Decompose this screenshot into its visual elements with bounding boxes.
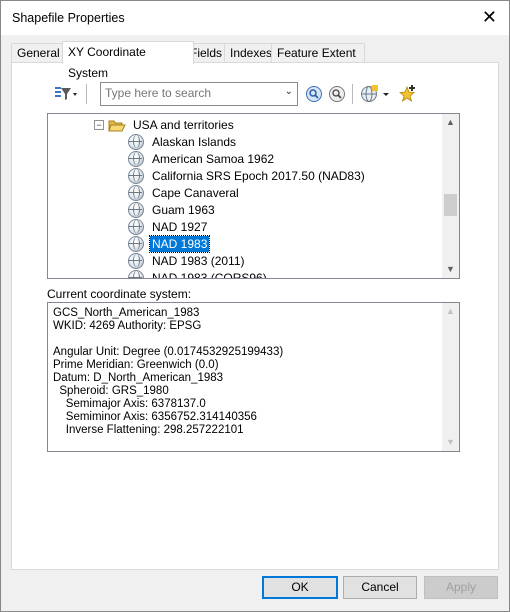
tree-item[interactable]: California SRS Epoch 2017.50 (NAD83) bbox=[128, 167, 367, 184]
cs-detail-line: Semiminor Axis: 6356752.314140356 bbox=[53, 411, 257, 423]
close-icon[interactable]: ✕ bbox=[482, 8, 497, 26]
clear-search-icon bbox=[329, 86, 345, 102]
tab-xy-coordinate-system[interactable]: XY Coordinate System bbox=[62, 41, 194, 80]
folder-open-icon bbox=[108, 120, 126, 131]
tree-item[interactable]: American Samoa 1962 bbox=[128, 150, 276, 167]
globe-icon bbox=[128, 218, 144, 235]
tree-item[interactable]: Alaskan Islands bbox=[128, 133, 238, 150]
cs-detail-line: Prime Meridian: Greenwich (0.0) bbox=[53, 359, 219, 371]
tree-scrollbar[interactable]: ▲ ▼ bbox=[442, 114, 459, 278]
tree-item-label: NAD 1983 (CORS96) bbox=[152, 270, 267, 279]
toolbar-separator bbox=[86, 84, 87, 104]
cs-detail-line: Datum: D_North_American_1983 bbox=[53, 372, 224, 384]
add-coordinate-system-button[interactable] bbox=[358, 82, 392, 106]
toolbar-separator bbox=[352, 84, 353, 104]
tab-feature-extent[interactable]: Feature Extent bbox=[271, 43, 365, 63]
cs-detail-line: WKID: 4269 Authority: EPSG bbox=[53, 320, 202, 332]
globe-icon bbox=[128, 167, 144, 184]
scrollbar-thumb[interactable] bbox=[444, 194, 457, 216]
search-box[interactable]: ⌄ bbox=[100, 82, 298, 106]
scroll-up-icon[interactable]: ▲ bbox=[442, 303, 459, 320]
tree-item-label: California SRS Epoch 2017.50 (NAD83) bbox=[152, 168, 365, 183]
tree-item-label: NAD 1983 (2011) bbox=[152, 253, 245, 268]
search-go-icon bbox=[306, 86, 322, 102]
current-cs-details[interactable]: GCS_North_American_1983 WKID: 4269 Autho… bbox=[47, 302, 460, 452]
scroll-down-icon[interactable]: ▼ bbox=[442, 261, 459, 278]
globe-icon bbox=[128, 150, 144, 167]
title-bar: Shapefile Properties ✕ bbox=[1, 1, 509, 35]
chevron-down-icon[interactable]: ⌄ bbox=[285, 86, 293, 97]
toolbar: ⌄ bbox=[42, 82, 482, 106]
filter-icon bbox=[55, 87, 77, 100]
cs-detail-line: GCS_North_American_1983 bbox=[53, 307, 200, 319]
cs-detail-line: Spheroid: GRS_1980 bbox=[53, 385, 169, 397]
search-go-button[interactable] bbox=[304, 82, 324, 106]
add-to-favorites-button[interactable] bbox=[396, 82, 418, 106]
tree-folder-label: USA and territories bbox=[133, 117, 234, 132]
coordinate-system-tree[interactable]: − USA and territories Alaskan Islands Am… bbox=[47, 113, 460, 279]
ok-button[interactable]: OK bbox=[262, 576, 338, 599]
tree-item-label: Cape Canaveral bbox=[152, 185, 239, 200]
cancel-button[interactable]: Cancel bbox=[343, 576, 417, 599]
globe-icon bbox=[128, 201, 144, 218]
globe-icon bbox=[128, 184, 144, 201]
globe-icon bbox=[128, 133, 144, 150]
favorite-add-icon bbox=[399, 85, 415, 102]
collapse-icon[interactable]: − bbox=[94, 120, 104, 130]
globe-icon bbox=[128, 235, 144, 252]
window-title: Shapefile Properties bbox=[12, 11, 125, 25]
globe-icon bbox=[128, 269, 144, 278]
tree-folder-usa[interactable]: USA and territories bbox=[108, 116, 236, 133]
tree-item[interactable]: Cape Canaveral bbox=[128, 184, 241, 201]
tree-item-label: Guam 1963 bbox=[152, 202, 215, 217]
tree-item[interactable]: NAD 1983 (2011) bbox=[128, 252, 247, 269]
tree-item-label: American Samoa 1962 bbox=[152, 151, 275, 166]
tree-item-selected[interactable]: NAD 1983 bbox=[128, 234, 211, 253]
globe-icon bbox=[128, 252, 144, 269]
cs-detail-line: Inverse Flattening: 298.257222101 bbox=[53, 424, 244, 436]
scroll-up-icon[interactable]: ▲ bbox=[442, 114, 459, 131]
globe-add-icon bbox=[361, 85, 389, 102]
tree-item-label: NAD 1983 bbox=[148, 234, 211, 253]
tree-item[interactable]: Guam 1963 bbox=[128, 201, 217, 218]
scroll-down-icon[interactable]: ▼ bbox=[442, 434, 459, 451]
cs-detail-line: Semimajor Axis: 6378137.0 bbox=[53, 398, 206, 410]
cs-detail-line: Angular Unit: Degree (0.0174532925199433… bbox=[53, 346, 284, 358]
filter-dropdown-button[interactable] bbox=[52, 82, 80, 106]
tab-general[interactable]: General bbox=[11, 43, 69, 63]
tree-item[interactable]: NAD 1927 bbox=[128, 218, 209, 235]
apply-button: Apply bbox=[424, 576, 498, 599]
current-cs-label: Current coordinate system: bbox=[47, 287, 192, 301]
tree-item[interactable]: NAD 1983 (CORS96) bbox=[128, 269, 269, 279]
search-input[interactable] bbox=[101, 83, 279, 103]
details-scrollbar[interactable]: ▲ ▼ bbox=[442, 303, 459, 451]
tree-item-label: NAD 1927 bbox=[152, 219, 208, 234]
tree-item-label: Alaskan Islands bbox=[152, 134, 237, 149]
clear-search-button[interactable] bbox=[327, 82, 347, 106]
